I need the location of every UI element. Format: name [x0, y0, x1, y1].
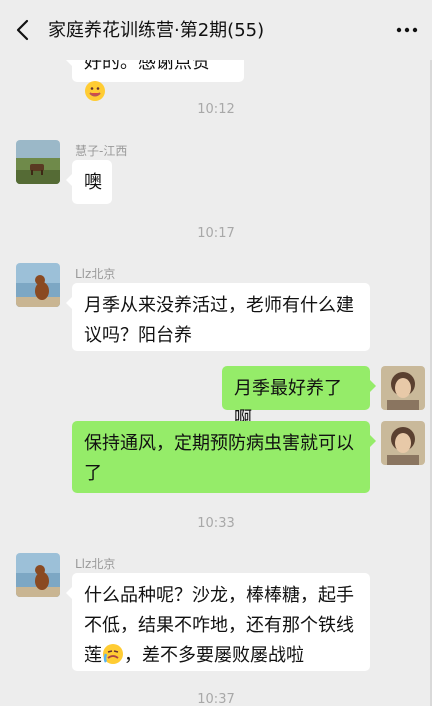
message-bubble[interactable]: 什么品种呢？沙龙，棒棒糖，起手不低，结果不咋地，还有那个铁线莲 ，差不多要屡败屡…: [66, 573, 370, 671]
smile-emoji-icon: [85, 81, 105, 101]
sender-name: Llz北京: [75, 557, 116, 571]
timestamp: 10:17: [197, 226, 235, 241]
avatar[interactable]: [16, 140, 60, 184]
timestamp: 10:37: [197, 692, 235, 706]
timestamp: 10:12: [197, 102, 235, 117]
page-title: 家庭养花训练营·第2期(55): [48, 20, 265, 41]
message-list[interactable]: 好的。感谢点赞 10:12 慧子-江西 噢 10:17 Llz北京 月季从来没养…: [0, 0, 432, 706]
sender-name: Llz北京: [75, 267, 116, 281]
message-text: 保持通风，定期预防病虫害就可以了: [84, 433, 354, 484]
chat-screen: 好的。感谢点赞 10:12 慧子-江西 噢 10:17 Llz北京 月季从来没养…: [0, 0, 432, 706]
avatar[interactable]: [16, 553, 60, 597]
message-bubble[interactable]: 噢: [66, 160, 112, 204]
crying-emoji-icon: [103, 644, 123, 664]
message-text-continued: ，差不多要屡败屡战啦: [124, 645, 304, 666]
message-text: 月季从来没养活过，老师有什么建议吗？阳台养: [84, 295, 354, 346]
message-bubble-outgoing[interactable]: 月季最好养了啊: [222, 366, 376, 429]
chevron-left-icon[interactable]: [12, 18, 36, 42]
sender-name: 慧子-江西: [75, 144, 128, 158]
timestamp: 10:33: [197, 516, 235, 531]
message-bubble[interactable]: 月季从来没养活过，老师有什么建议吗？阳台养: [66, 283, 370, 351]
avatar[interactable]: [381, 421, 425, 465]
message-text: 噢: [84, 172, 102, 193]
message-bubble-outgoing[interactable]: 保持通风，定期预防病虫害就可以了: [72, 421, 376, 493]
avatar[interactable]: [381, 366, 425, 410]
avatar[interactable]: [16, 263, 60, 307]
more-dots-icon[interactable]: [394, 18, 420, 42]
chat-header: 家庭养花训练营·第2期(55): [0, 0, 432, 60]
